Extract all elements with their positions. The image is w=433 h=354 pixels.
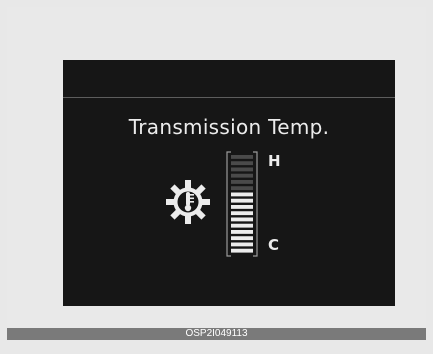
gauge-low-label: C	[268, 236, 280, 254]
figure-frame: Transmission Temp. H C OSP2I049113	[7, 7, 426, 340]
gauge-segment-unlit	[231, 186, 253, 191]
gauge-segment-lit	[231, 198, 253, 203]
gauge-segment-unlit	[231, 180, 253, 184]
gauge-segment-lit	[231, 230, 253, 234]
gauge-segment-lit	[231, 248, 253, 253]
header-divider	[63, 97, 395, 98]
gauge-segment-lit	[231, 192, 253, 197]
gauge-segment-unlit	[231, 155, 253, 159]
temperature-gauge	[226, 151, 258, 257]
gauge-segment-lit	[231, 205, 253, 209]
transmission-temperature-icon	[166, 180, 210, 224]
gauge-segment-unlit	[231, 167, 253, 172]
gauge-high-label: H	[268, 152, 281, 170]
gauge-segment-lit	[231, 236, 253, 241]
figure-caption: OSP2I049113	[7, 328, 426, 340]
display-title: Transmission Temp.	[128, 115, 330, 139]
gauge-segment-unlit	[231, 173, 253, 178]
gauge-segment-unlit	[231, 161, 253, 166]
gauge-segment-lit	[231, 211, 253, 216]
gauge-segment-lit	[231, 242, 253, 247]
gauge-segment-lit	[231, 217, 253, 222]
gauge-segment-lit	[231, 223, 253, 228]
cluster-display: Transmission Temp. H C	[63, 60, 395, 306]
